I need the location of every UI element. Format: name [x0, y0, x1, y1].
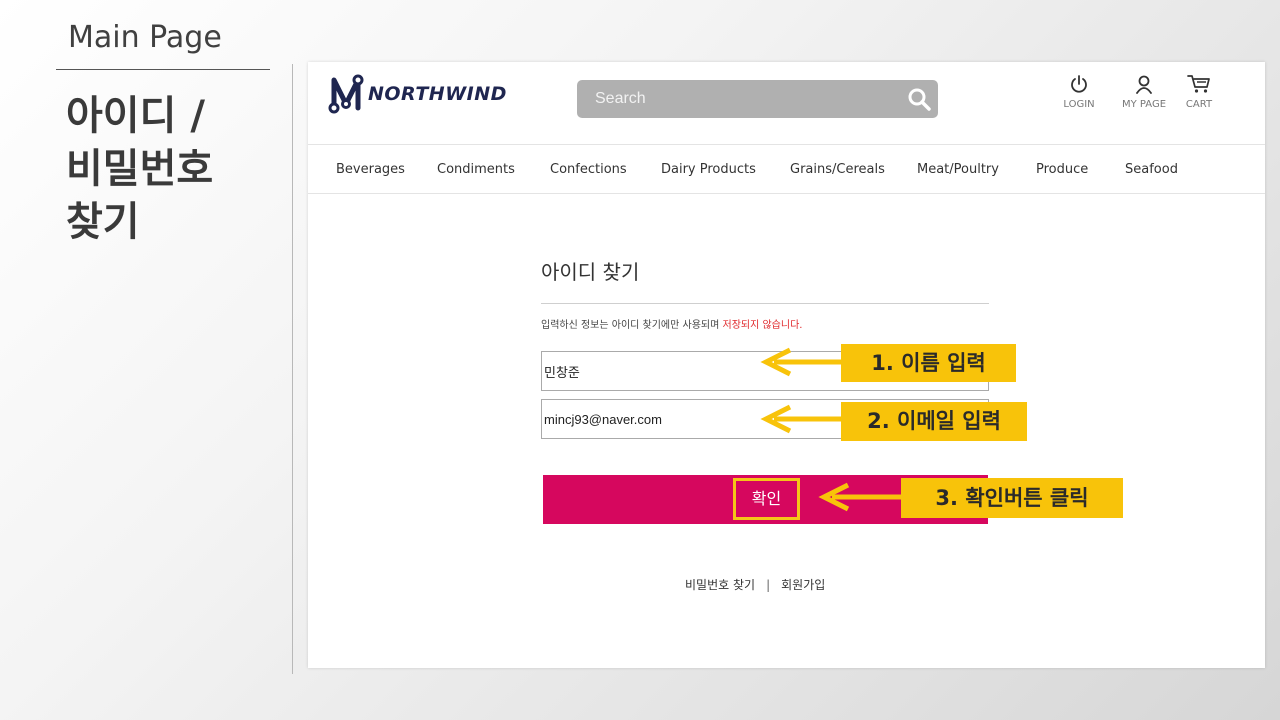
logo-text: NORTHWIND: [368, 83, 507, 105]
search-bar: [577, 80, 938, 118]
search-input[interactable]: [577, 80, 897, 118]
login-label: LOGIN: [1063, 99, 1095, 110]
nav-item-seafood[interactable]: Seafood: [1125, 162, 1178, 177]
signup-link[interactable]: 회원가입: [781, 578, 825, 592]
mypage-label: MY PAGE: [1121, 99, 1167, 110]
step2-arrow-icon: [760, 404, 842, 434]
form-divider: [541, 303, 989, 304]
find-password-link[interactable]: 비밀번호 찾기: [685, 578, 755, 592]
step1-arrow-icon: [760, 347, 842, 377]
confirm-button-label: 확인: [733, 478, 800, 520]
nav-item-condiments[interactable]: Condiments: [437, 162, 515, 177]
privacy-notice: 입력하신 정보는 아이디 찾기에만 사용되며 저장되지 않습니다.: [541, 316, 802, 331]
website-screenshot: NORTHWIND LOGIN MY PAGE CART Beverag: [308, 62, 1265, 668]
notice-warning: 저장되지 않습니다.: [722, 320, 803, 331]
nav-item-grains-cereals[interactable]: Grains/Cereals: [790, 162, 885, 177]
slide-heading: 아이디 /비밀번호 찾기: [66, 93, 214, 245]
nav-item-meat-poultry[interactable]: Meat/Poultry: [917, 162, 999, 177]
logo-mark-icon: [328, 74, 364, 114]
slide-title: Main Page: [68, 20, 222, 55]
search-icon[interactable]: [906, 86, 932, 112]
cart-button[interactable]: CART: [1169, 74, 1229, 110]
mypage-button[interactable]: MY PAGE: [1114, 74, 1174, 110]
category-nav: Beverages Condiments Confections Dairy P…: [308, 144, 1265, 194]
form-title: 아이디 찾기: [541, 260, 640, 284]
step3-callout: 3. 확인버튼 클릭: [901, 478, 1123, 518]
slide-vertical-divider: [292, 64, 293, 674]
login-button[interactable]: LOGIN: [1049, 74, 1109, 110]
nav-item-beverages[interactable]: Beverages: [336, 162, 405, 177]
power-icon: [1071, 75, 1087, 93]
cart-icon: [1187, 75, 1210, 93]
title-divider: [56, 69, 270, 70]
step1-callout: 1. 이름 입력: [841, 344, 1016, 382]
nav-item-dairy-products[interactable]: Dairy Products: [661, 162, 756, 177]
user-icon: [1136, 75, 1152, 94]
nav-item-confections[interactable]: Confections: [550, 162, 627, 177]
northwind-logo[interactable]: NORTHWIND: [326, 74, 507, 114]
step3-arrow-icon: [818, 482, 904, 512]
form-links: 비밀번호 찾기 | 회원가입: [685, 576, 825, 593]
nav-item-produce[interactable]: Produce: [1036, 162, 1088, 177]
step2-callout: 2. 이메일 입력: [841, 402, 1027, 441]
cart-label: CART: [1185, 99, 1213, 110]
notice-text: 입력하신 정보는 아이디 찾기에만 사용되며: [541, 320, 723, 331]
link-separator: |: [766, 578, 771, 592]
